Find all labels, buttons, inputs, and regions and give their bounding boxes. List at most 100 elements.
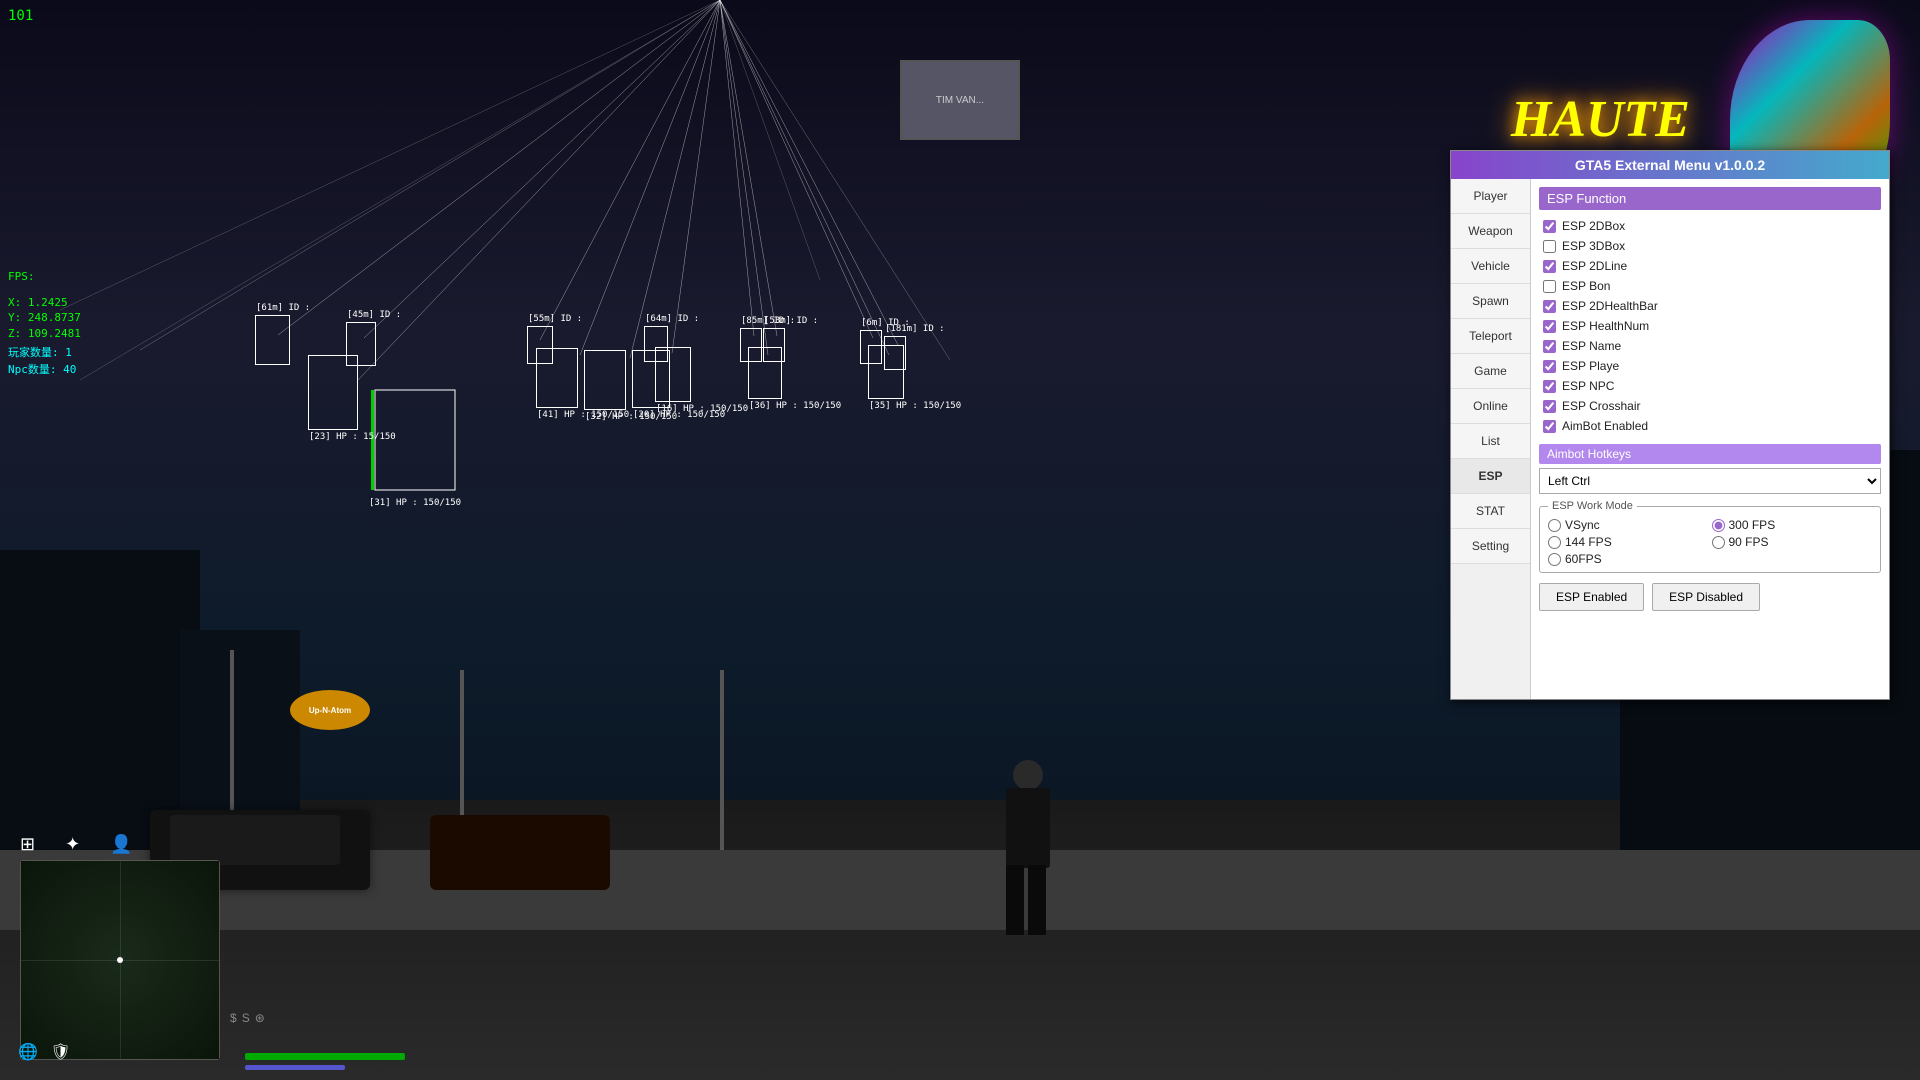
sidebar-item-stat[interactable]: STAT bbox=[1451, 494, 1530, 529]
checkbox-espname-label: ESP Name bbox=[1562, 339, 1621, 353]
esp-button-row: ESP Enabled ESP Disabled bbox=[1539, 583, 1881, 611]
sidebar-item-spawn[interactable]: Spawn bbox=[1451, 284, 1530, 319]
sidebar-item-vehicle[interactable]: Vehicle bbox=[1451, 249, 1530, 284]
checkbox-esphealthnum-input[interactable] bbox=[1543, 320, 1556, 333]
icon-money: $ bbox=[230, 1011, 237, 1025]
radio-144fps-label: 144 FPS bbox=[1565, 535, 1612, 549]
menu-titlebar: GTA5 External Menu v1.0.0.2 bbox=[1451, 151, 1889, 179]
neon-haute-sign: HAUTE bbox=[1511, 90, 1690, 149]
esp-hp-23: [23] HP : 15/150 bbox=[309, 432, 396, 442]
checkbox-esp2dbox-input[interactable] bbox=[1543, 220, 1556, 233]
player-character bbox=[998, 760, 1058, 940]
hotkey-dropdown-row[interactable]: Left Ctrl Right Ctrl Left Alt Right Alt … bbox=[1539, 468, 1881, 494]
minimap-player-dot bbox=[117, 957, 123, 963]
checkbox-espnpc[interactable]: ESP NPC bbox=[1539, 376, 1881, 396]
esp-label-55: [55m] ID : bbox=[528, 314, 582, 324]
esp-disabled-button[interactable]: ESP Disabled bbox=[1652, 583, 1760, 611]
esp-box-1: [61m] ID : bbox=[255, 315, 290, 365]
hud-icon-shield: 🛡 bbox=[50, 1044, 70, 1061]
checkbox-esplayer-label: ESP Playe bbox=[1562, 359, 1619, 373]
menu-content: ESP Function ESP 2DBox ESP 3DBox ESP 2DL… bbox=[1531, 179, 1889, 699]
checkbox-espcrosshair-input[interactable] bbox=[1543, 400, 1556, 413]
esp-label-1: [61m] ID : bbox=[256, 303, 310, 313]
aimbot-hotkeys-header: Aimbot Hotkeys bbox=[1539, 444, 1881, 464]
checkbox-esplayer[interactable]: ESP Playe bbox=[1539, 356, 1881, 376]
checkbox-espbon-input[interactable] bbox=[1543, 280, 1556, 293]
checkbox-espcrosshair[interactable]: ESP Crosshair bbox=[1539, 396, 1881, 416]
upnatom-text: Up-N-Atom bbox=[309, 706, 351, 715]
sidebar-item-online[interactable]: Online bbox=[1451, 389, 1530, 424]
esp-label-53: [53m] ID : bbox=[764, 316, 818, 326]
sidebar-item-game[interactable]: Game bbox=[1451, 354, 1530, 389]
esp-work-mode-legend: ESP Work Mode bbox=[1548, 500, 1637, 512]
checkbox-esp2dbox[interactable]: ESP 2DBox bbox=[1539, 216, 1881, 236]
esp-work-mode-fieldset: ESP Work Mode VSync 300 FPS 144 FPS bbox=[1539, 500, 1881, 573]
sidebar-item-weapon[interactable]: Weapon bbox=[1451, 214, 1530, 249]
billboard: TIM VAN... bbox=[900, 60, 1020, 140]
radio-vsync-input[interactable] bbox=[1548, 519, 1561, 532]
checkbox-esphealthnum[interactable]: ESP HealthNum bbox=[1539, 316, 1881, 336]
armor-bar-bottom bbox=[245, 1065, 345, 1070]
checkbox-esphealthnum-label: ESP HealthNum bbox=[1562, 319, 1649, 333]
checkbox-esp2dline-input[interactable] bbox=[1543, 260, 1556, 273]
radio-vsync[interactable]: VSync bbox=[1548, 518, 1709, 532]
sidebar-item-list[interactable]: List bbox=[1451, 424, 1530, 459]
menu-title-text: GTA5 External Menu v1.0.0.2 bbox=[1575, 157, 1765, 173]
char-body bbox=[1006, 788, 1050, 868]
lamp-post-3 bbox=[720, 670, 724, 850]
billboard-text: TIM VAN... bbox=[936, 95, 984, 106]
checkbox-espname[interactable]: ESP Name bbox=[1539, 336, 1881, 356]
radio-300fps-input[interactable] bbox=[1712, 519, 1725, 532]
esp-box-16: [16] HP : 150/150 bbox=[655, 347, 691, 402]
esp-label-2: [45m] ID : bbox=[347, 310, 401, 320]
esp-hp-16: [16] HP : 150/150 bbox=[656, 404, 748, 414]
sidebar-item-esp[interactable]: ESP bbox=[1451, 459, 1530, 494]
sidebar-item-teleport[interactable]: Teleport bbox=[1451, 319, 1530, 354]
upnatom-sign: Up-N-Atom bbox=[290, 690, 370, 730]
checkbox-esp3dbox[interactable]: ESP 3DBox bbox=[1539, 236, 1881, 256]
car-2 bbox=[430, 815, 610, 890]
radio-144fps-input[interactable] bbox=[1548, 536, 1561, 549]
radio-90fps[interactable]: 90 FPS bbox=[1712, 535, 1873, 549]
icon-badge: ⊛ bbox=[255, 1011, 265, 1025]
radio-vsync-label: VSync bbox=[1565, 518, 1600, 532]
esp-box-23: [23] HP : 15/150 bbox=[308, 355, 358, 430]
char-head bbox=[1013, 760, 1043, 790]
radio-90fps-input[interactable] bbox=[1712, 536, 1725, 549]
checkbox-espbon[interactable]: ESP Bon bbox=[1539, 276, 1881, 296]
radio-60fps[interactable]: 60FPS bbox=[1548, 552, 1709, 566]
sidebar-item-player[interactable]: Player bbox=[1451, 179, 1530, 214]
esp-work-mode-grid: VSync 300 FPS 144 FPS 90 FPS bbox=[1548, 518, 1872, 566]
radio-60fps-input[interactable] bbox=[1548, 553, 1561, 566]
hotkey-dropdown[interactable]: Left Ctrl Right Ctrl Left Alt Right Alt … bbox=[1539, 468, 1881, 494]
car-1-body bbox=[170, 815, 340, 865]
checkbox-aimbot-input[interactable] bbox=[1543, 420, 1556, 433]
char-leg-left bbox=[1006, 865, 1024, 935]
radio-144fps[interactable]: 144 FPS bbox=[1548, 535, 1709, 549]
checkbox-esp2dhealthbar[interactable]: ESP 2DHealthBar bbox=[1539, 296, 1881, 316]
building-left bbox=[0, 550, 200, 850]
checkbox-aimbot-label: AimBot Enabled bbox=[1562, 419, 1648, 433]
checkbox-esplayer-input[interactable] bbox=[1543, 360, 1556, 373]
checkbox-espcrosshair-label: ESP Crosshair bbox=[1562, 399, 1640, 413]
checkbox-aimbot[interactable]: AimBot Enabled bbox=[1539, 416, 1881, 436]
health-bar-bottom bbox=[245, 1053, 405, 1060]
svg-text:[31] HP : 150/150: [31] HP : 150/150 bbox=[369, 498, 461, 508]
checkbox-espname-input[interactable] bbox=[1543, 340, 1556, 353]
cheat-menu[interactable]: GTA5 External Menu v1.0.0.2 Player Weapo… bbox=[1450, 150, 1890, 700]
wanted-icons: $ S ⊛ bbox=[230, 1011, 265, 1025]
radio-300fps[interactable]: 300 FPS bbox=[1712, 518, 1873, 532]
esp-hp-36: [36] HP : 150/150 bbox=[749, 401, 841, 411]
checkbox-esp2dline[interactable]: ESP 2DLine bbox=[1539, 256, 1881, 276]
radio-90fps-label: 90 FPS bbox=[1729, 535, 1769, 549]
checkbox-espnpc-input[interactable] bbox=[1543, 380, 1556, 393]
esp-enabled-button[interactable]: ESP Enabled bbox=[1539, 583, 1644, 611]
sidebar-item-setting[interactable]: Setting bbox=[1451, 529, 1530, 564]
fps-display: FPS: bbox=[8, 270, 35, 283]
checkbox-esp3dbox-input[interactable] bbox=[1543, 240, 1556, 253]
checkbox-esp2dhealthbar-input[interactable] bbox=[1543, 300, 1556, 313]
minimap-icon-person: 👤 bbox=[110, 834, 132, 855]
menu-body: Player Weapon Vehicle Spawn Teleport Gam… bbox=[1451, 179, 1889, 699]
bottom-hud-icons: 🌐 🛡 bbox=[18, 1042, 71, 1062]
icon-star: S bbox=[242, 1011, 250, 1025]
